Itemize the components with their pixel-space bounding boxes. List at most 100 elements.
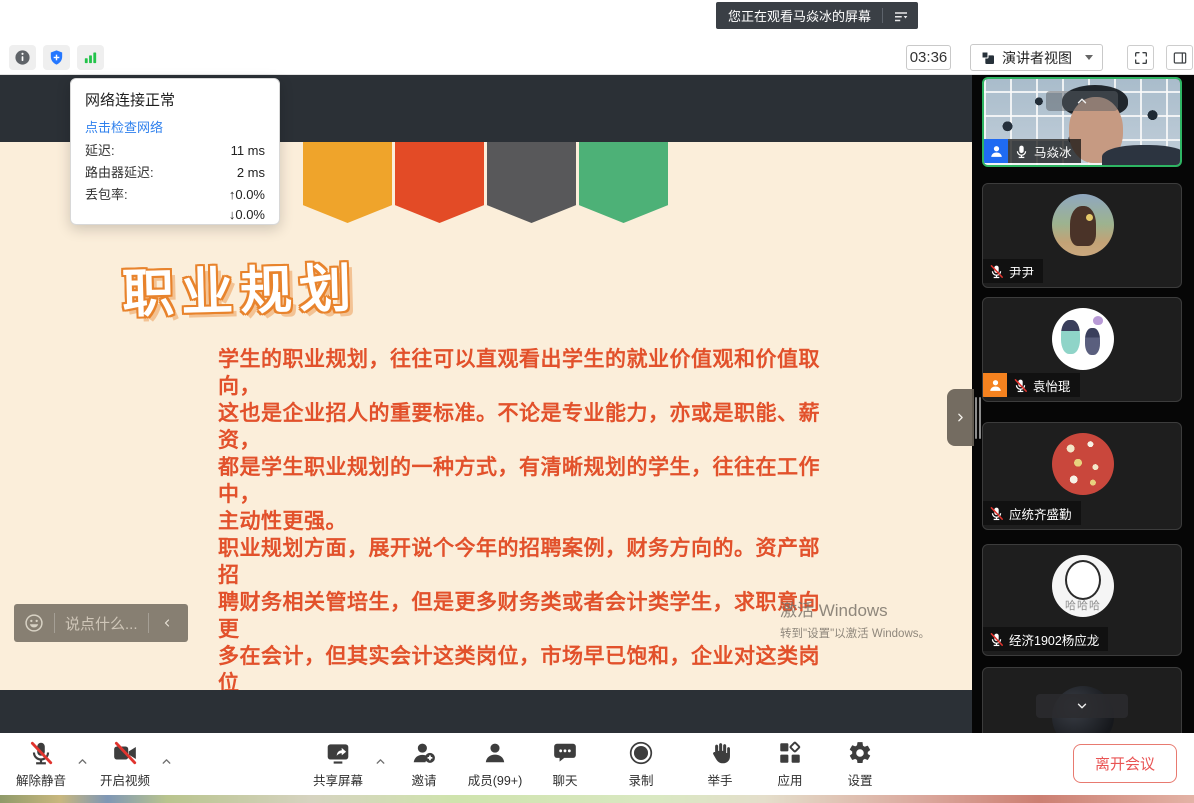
desktop-peek-strip (0, 795, 1194, 803)
info-icon (14, 49, 31, 66)
participant-name: 应统齐盛勤 (1009, 504, 1072, 523)
chevron-up-icon (1075, 94, 1089, 108)
network-status-title: 网络连接正常 (85, 89, 265, 110)
side-panel-toggle-button[interactable] (1166, 45, 1193, 70)
packet-loss-row: 丢包率: ↑0.0% ↓0.0% (85, 187, 265, 222)
raise-hand-button[interactable]: 举手 (694, 739, 746, 789)
participant-tile-speaker[interactable]: 马焱冰 (982, 77, 1182, 167)
record-icon (628, 740, 654, 766)
watermark-line1: 激活 Windows (780, 596, 930, 621)
security-button[interactable] (43, 45, 70, 70)
packet-loss-values: ↑0.0% ↓0.0% (229, 187, 265, 222)
slide-body-text: 学生的职业规划，往往可以直观看出学生的就业价值观和价值取向， 这也是企业招人的重… (218, 346, 838, 733)
banner-menu-icon[interactable] (892, 7, 910, 25)
unmute-button[interactable]: 解除静音 (12, 739, 70, 789)
avatar: 哈哈哈 (1052, 555, 1114, 617)
shield-icon (48, 49, 65, 66)
latency-row: 延迟: 11 ms (85, 143, 265, 158)
view-mode-label: 演讲者视图 (1002, 48, 1072, 68)
person-icon (988, 378, 1003, 393)
camera-muted-icon (112, 740, 138, 766)
contact-badge-blue (984, 139, 1008, 163)
banner-pennant-orange (303, 142, 392, 223)
chevron-down-icon (1085, 55, 1093, 60)
banner-pennant-red (395, 142, 484, 223)
packet-loss-up: ↑0.0% (229, 187, 265, 202)
share-options-chevron[interactable] (374, 755, 387, 768)
screen-share-banner-text: 您正在观看马焱冰的屏幕 (728, 6, 871, 25)
chat-icon (552, 740, 578, 766)
chevron-left-icon[interactable] (161, 617, 173, 629)
participant-tile[interactable]: 应统齐盛勤 (982, 422, 1182, 530)
participant-label: 尹尹 (983, 259, 1043, 283)
top-toolbar: 03:36 演讲者视图 (0, 40, 1194, 75)
video-options-chevron[interactable] (160, 755, 173, 768)
avatar (1052, 194, 1114, 256)
participant-label: 袁怡琨 (1007, 373, 1080, 397)
apps-icon (777, 740, 803, 766)
chat-placeholder: 说点什么... (65, 613, 138, 634)
mic-options-chevron[interactable] (76, 755, 89, 768)
person-icon (989, 144, 1004, 159)
network-quality-button[interactable] (77, 45, 104, 70)
sidebar-collapse-button[interactable] (947, 389, 974, 446)
participant-tile[interactable]: 哈哈哈 经济1902杨应龙 (982, 544, 1182, 656)
router-latency-label: 路由器延迟: (85, 165, 154, 180)
banner-pennant-gray (487, 142, 576, 223)
chevron-down-icon (1075, 699, 1089, 713)
packet-loss-label: 丢包率: (85, 187, 128, 202)
settings-button[interactable]: 设置 (834, 739, 886, 789)
windows-activation-watermark: 激活 Windows 转到"设置"以激活 Windows。 (780, 596, 930, 641)
meeting-info-button[interactable] (9, 45, 36, 70)
leave-meeting-button[interactable]: 离开会议 (1073, 744, 1177, 783)
record-button[interactable]: 录制 (614, 739, 668, 789)
participant-tile[interactable]: 袁怡琨 (982, 297, 1182, 402)
fullscreen-icon (1133, 50, 1149, 66)
view-mode-selector[interactable]: 演讲者视图 (970, 44, 1103, 71)
avatar-text: 哈哈哈 (1052, 597, 1114, 613)
settings-icon (847, 740, 873, 766)
slide-bottom-band (0, 690, 972, 733)
signal-bars-icon (82, 49, 99, 66)
invite-icon (411, 740, 437, 766)
raise-hand-icon (707, 740, 733, 766)
participant-label: 经济1902杨应龙 (983, 627, 1108, 651)
meeting-timer: 03:36 (906, 45, 951, 70)
screen-share-banner: 您正在观看马焱冰的屏幕 (716, 2, 918, 29)
members-button[interactable]: 成员(99+) (458, 739, 532, 789)
mic-muted-icon (989, 506, 1004, 521)
participant-tile[interactable]: 尹尹 (982, 183, 1182, 288)
side-panel-icon (1172, 50, 1188, 66)
participant-tile-partial[interactable] (982, 667, 1182, 733)
router-latency-value: 2 ms (237, 165, 265, 180)
latency-label: 延迟: (85, 143, 115, 158)
mic-on-icon (1014, 144, 1029, 159)
chat-button[interactable]: 聊天 (540, 739, 590, 789)
fullscreen-button[interactable] (1127, 45, 1154, 70)
avatar (1052, 308, 1114, 370)
sidebar-scroll-up-button[interactable] (1046, 91, 1118, 111)
top-strip: 您正在观看马焱冰的屏幕 (0, 0, 1194, 40)
mic-muted-icon (28, 740, 54, 766)
contact-badge-orange (983, 373, 1007, 397)
latency-value: 11 ms (231, 143, 265, 158)
emoji-icon[interactable] (24, 613, 44, 633)
chat-divider (54, 613, 55, 633)
sidebar-scroll-down-button[interactable] (1036, 694, 1128, 718)
quick-chat-input[interactable]: 说点什么... (14, 604, 188, 642)
participant-name: 袁怡琨 (1033, 376, 1071, 395)
share-screen-button[interactable]: 共享屏幕 (306, 739, 370, 789)
avatar (1052, 433, 1114, 495)
apps-button[interactable]: 应用 (764, 739, 816, 789)
mic-muted-icon (1013, 378, 1028, 393)
start-video-button[interactable]: 开启视频 (96, 739, 154, 789)
chevron-right-icon (954, 411, 967, 424)
chat-divider (148, 613, 149, 633)
participant-label: 应统齐盛勤 (983, 501, 1081, 525)
invite-button[interactable]: 邀请 (398, 739, 450, 789)
sidebar-drag-handle[interactable] (975, 397, 983, 439)
meeting-window: 您正在观看马焱冰的屏幕 03:36 演讲者视图 (0, 0, 1194, 803)
participant-name: 尹尹 (1009, 262, 1034, 281)
banner-pennant-green (579, 142, 668, 223)
check-network-link[interactable]: 点击检查网络 (85, 117, 265, 136)
